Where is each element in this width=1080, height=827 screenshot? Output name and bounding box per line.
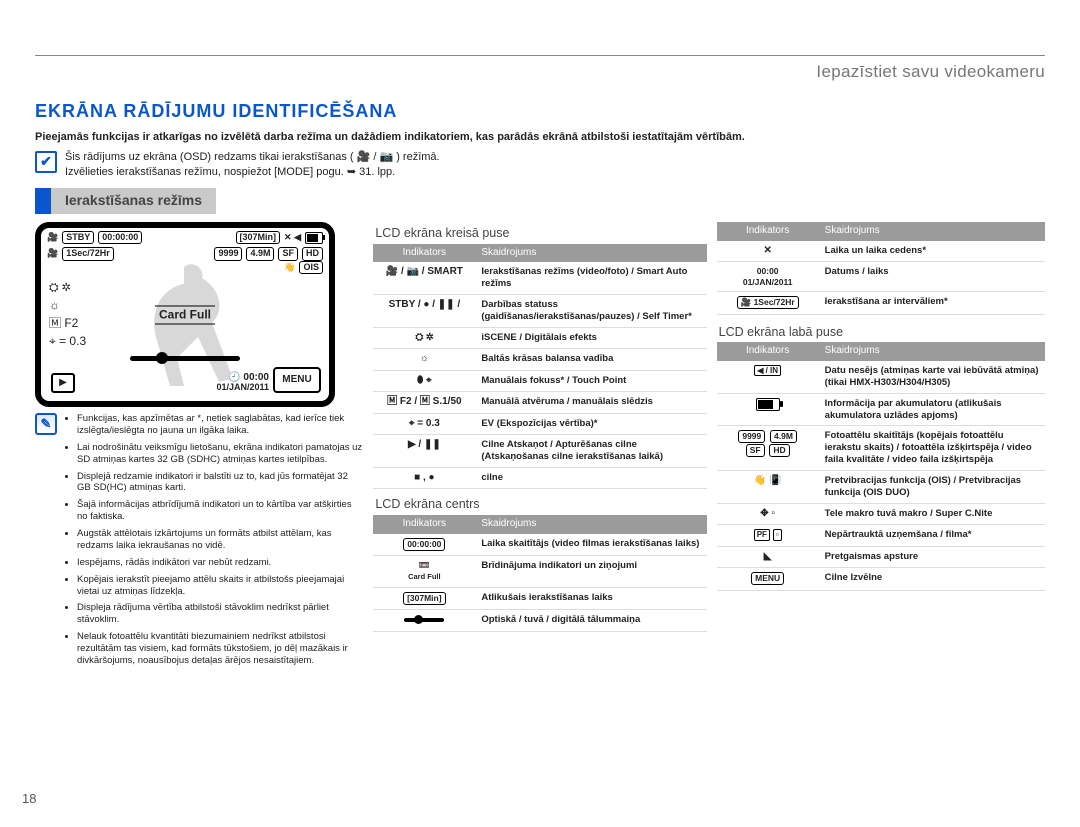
table-row: ■ , ●cilne [373, 467, 706, 489]
fader-icon: ✕ ◀ [284, 232, 301, 243]
tick-bullet-1: Šis rādījums uz ekrāna (OSD) redzams tik… [65, 151, 440, 165]
lcd-date: 01/JAN/2011 [216, 383, 269, 393]
table-row: ⌖ = 0.3EV (Ekspozīcijas vērtība)* [373, 413, 706, 435]
lcd-preview: 🎥 STBY 00:00:00 [307Min] ✕ ◀ 🎥 1Sec/72Hr [35, 222, 335, 407]
table-lcd-right: IndikatorsSkaidrojums ◀ / INDatu nesējs … [717, 342, 1045, 590]
left-section-title: LCD ekrāna kreisā puse [375, 226, 706, 242]
hd-badge: HD [302, 247, 323, 260]
sf-badge: SF [278, 247, 298, 260]
table-row: 🎥 1Sec/72HrIerakstīšana ar intervāliem* [717, 292, 1045, 315]
intro-text: Pieejamās funkcijas ir atkarīgas no izvē… [35, 131, 1045, 145]
table-row: ◣Pretgaismas apsture [717, 546, 1045, 568]
interval-icon: 🎥 [47, 248, 58, 259]
table-lcd-upper-right: IndikatorsSkaidrojums ✕Laika un laika ce… [717, 222, 1045, 315]
table-row: 🎥 / 📷 / SMARTIerakstīšanas režīms (video… [373, 262, 706, 294]
table-row: [307Min]Atlikušais ierakstīšanas laiks [373, 587, 706, 610]
table-row: MENUCilne Izvēlne [717, 568, 1045, 591]
movie-icon: 🎥 [47, 232, 58, 243]
tick-bullet-2: Izvēlieties ierakstīšanas režīmu, nospie… [65, 166, 440, 180]
zoom-gauge [130, 356, 240, 361]
expo-indicator: ⌖ = 0.3 [49, 332, 86, 350]
table-row: 9999 4.9MSF HDFotoattēlu skaitītājs (kop… [717, 426, 1045, 471]
right-section-title: LCD ekrāna labā puse [719, 325, 1045, 341]
table-row: ⬮ ⌖Manuālais fokuss* / Touch Point [373, 370, 706, 392]
breadcrumb: Iepazīstiet savu videokameru [35, 61, 1045, 82]
ois-icon: 👋 [284, 262, 295, 273]
table-row: 00:00:00Laika skaitītājs (video filmas i… [373, 534, 706, 556]
note-icon: ✎ [35, 413, 57, 435]
stby-badge: STBY [62, 231, 94, 244]
table-row: ⛭ ✲iSCENE / Digitālais efekts [373, 327, 706, 349]
table-row: PF ▫Nepārtrauktā uzņemšana / filma* [717, 525, 1045, 547]
table-row: ◀ / INDatu nesējs (atmiņas karte vai ieb… [717, 361, 1045, 393]
remain-badge: [307Min] [236, 231, 281, 244]
table-row: 📼Card FullBrīdinājuma indikatori un ziņo… [373, 556, 706, 588]
table-row: ✕Laika un laika cedens* [717, 241, 1045, 262]
table-lcd-center: IndikatorsSkaidrojums 00:00:00Laika skai… [373, 515, 706, 632]
rec-button-icon: ▶ [51, 373, 75, 393]
mode-heading: Ierakstīšanas režīms [35, 188, 1045, 214]
table-row: ☼Baltās krāsas balansa vadība [373, 349, 706, 371]
table-row: ▶ / ❚❚Cilne Atskaņot / Apturēšanas cilne… [373, 435, 706, 468]
page-number: 18 [22, 791, 36, 807]
check-icon: ✔ [35, 151, 57, 173]
table-row: STBY / ● / ❚❚ /Darbības statuss (gaidīša… [373, 294, 706, 327]
notes-list: Funkcijas, kas apzīmētas ar *, netiek sa… [63, 413, 363, 672]
table-row: Optiskā / tuvā / digitālā tālummaiņa [373, 610, 706, 632]
menu-button-icon: MENU [273, 367, 321, 393]
table-lcd-left: IndikatorsSkaidrojums 🎥 / 📷 / SMARTIerak… [373, 244, 706, 490]
ois-badge: OIS [299, 261, 323, 274]
table-row: ✥ ▫Tele makro tuvā makro / Super C.Nite [717, 503, 1045, 525]
page-title: EKRĀNA RĀDĪJUMU IDENTIFICĒŠANA [35, 100, 1045, 123]
table-row: 00:00 01/JAN/2011Datums / laiks [717, 262, 1045, 292]
focus-indicator: 🄼 F2 [49, 314, 86, 332]
card-full-label: Card Full [155, 305, 215, 324]
timer-badge: 00:00:00 [98, 231, 142, 244]
center-section-title: LCD ekrāna centrs [375, 497, 706, 513]
table-row: 👋 📳Pretvibracijas funkcija (OIS) / Pretv… [717, 471, 1045, 504]
table-row: 🄼 F2 / 🄼 S.1/50Manuālā atvēruma / manuāl… [373, 392, 706, 414]
battery-icon [756, 398, 780, 411]
table-row: Informācija par akumulatoru (atlikušais … [717, 393, 1045, 426]
